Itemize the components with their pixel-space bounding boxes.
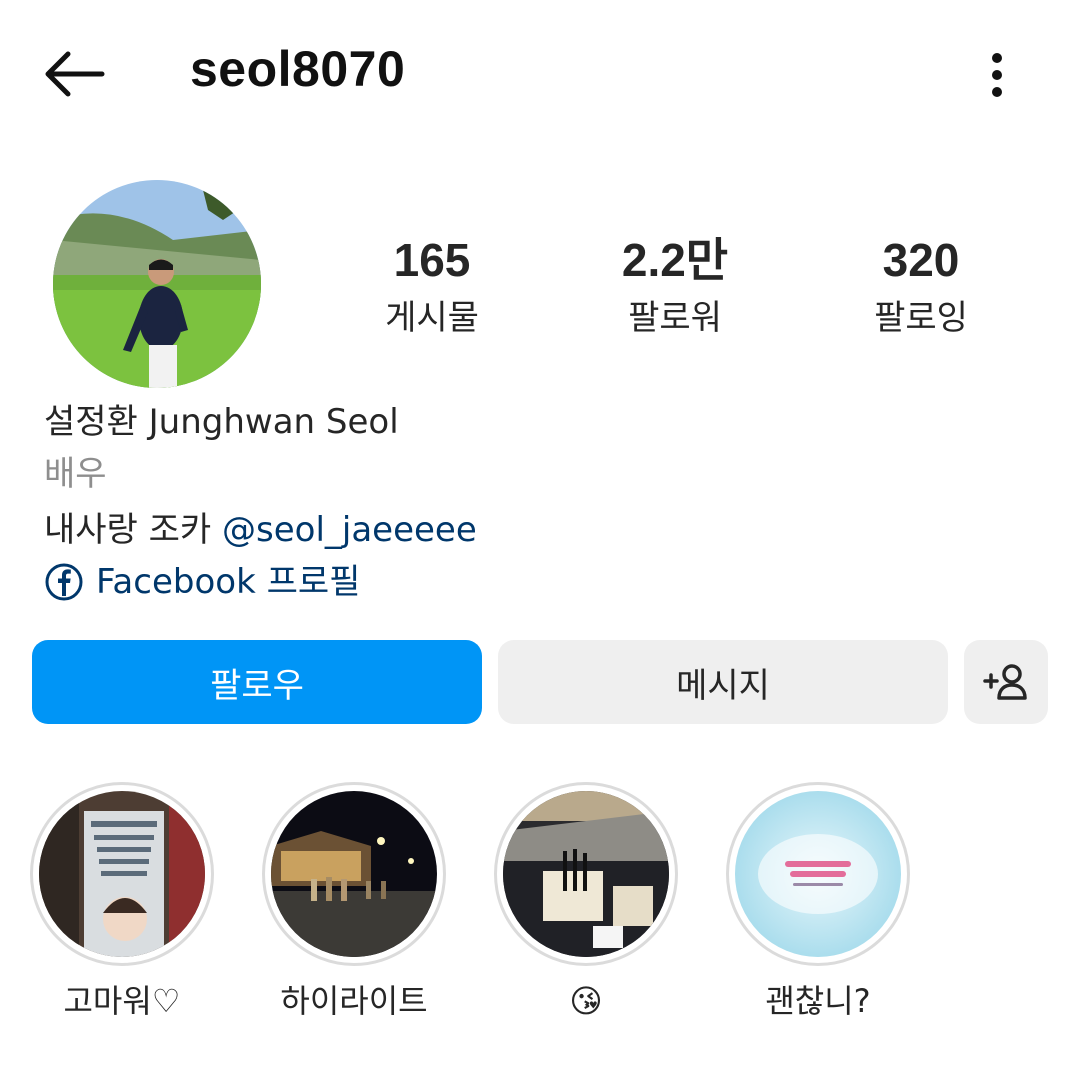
highlight-cover <box>735 791 901 957</box>
profile-photo <box>53 180 261 388</box>
story-highlight-3[interactable]: 😘 <box>494 782 678 1022</box>
highlight-label: 하이라이트 <box>280 982 428 1020</box>
profile-full-name: 설정환 Junghwan Seol <box>44 402 399 442</box>
profile-bio: 내사랑 조카 @seol_jaeeeee <box>44 508 477 552</box>
add-person-icon <box>983 664 1027 700</box>
stat-following-count: 320 <box>882 234 960 286</box>
highlight-cover <box>271 791 437 957</box>
message-button[interactable]: 메시지 <box>498 640 948 724</box>
stat-followers[interactable]: 2.2만 팔로워 <box>585 232 765 340</box>
stat-posts[interactable]: 165 게시물 <box>342 232 522 340</box>
highlight-ring <box>262 782 446 966</box>
suggested-accounts-button[interactable] <box>964 640 1048 724</box>
highlight-label: 괜찮니? <box>765 982 871 1020</box>
stat-posts-count: 165 <box>393 234 471 286</box>
more-options-button[interactable] <box>982 50 1012 100</box>
highlight-ring <box>726 782 910 966</box>
facebook-profile-link[interactable]: Facebook 프로필 <box>44 560 360 604</box>
profile-category: 배우 <box>44 454 107 494</box>
avatar[interactable] <box>53 180 261 388</box>
highlight-ring <box>494 782 678 966</box>
stat-followers-label: 팔로워 <box>628 298 722 338</box>
stat-following-label: 팔로잉 <box>874 298 968 338</box>
vertical-dots-icon <box>992 53 1002 97</box>
back-button[interactable] <box>40 48 106 100</box>
highlight-ring <box>30 782 214 966</box>
top-bar: seol8070 <box>0 0 1080 150</box>
message-button-label: 메시지 <box>676 665 770 706</box>
facebook-icon <box>45 563 83 601</box>
bio-mention-link[interactable]: @seol_jaeeeee <box>222 510 477 550</box>
highlight-label: 😘 <box>569 982 603 1020</box>
highlight-label: 고마워♡ <box>63 982 181 1020</box>
story-highlight-4[interactable]: 괜찮니? <box>726 782 910 1022</box>
arrow-left-icon <box>45 51 105 97</box>
story-highlight-2[interactable]: 하이라이트 <box>262 782 446 1022</box>
bio-text: 내사랑 조카 <box>44 510 223 550</box>
stat-posts-label: 게시물 <box>385 298 479 338</box>
highlight-cover <box>503 791 669 957</box>
follow-button[interactable]: 팔로우 <box>32 640 482 724</box>
story-highlight-1[interactable]: 고마워♡ <box>30 782 214 1022</box>
profile-username: seol8070 <box>190 41 406 97</box>
facebook-link-label: Facebook 프로필 <box>96 562 361 602</box>
stat-following[interactable]: 320 팔로잉 <box>831 232 1011 340</box>
follow-button-label: 팔로우 <box>210 665 304 706</box>
stat-followers-count: 2.2만 <box>621 234 729 286</box>
highlight-cover <box>39 791 205 957</box>
